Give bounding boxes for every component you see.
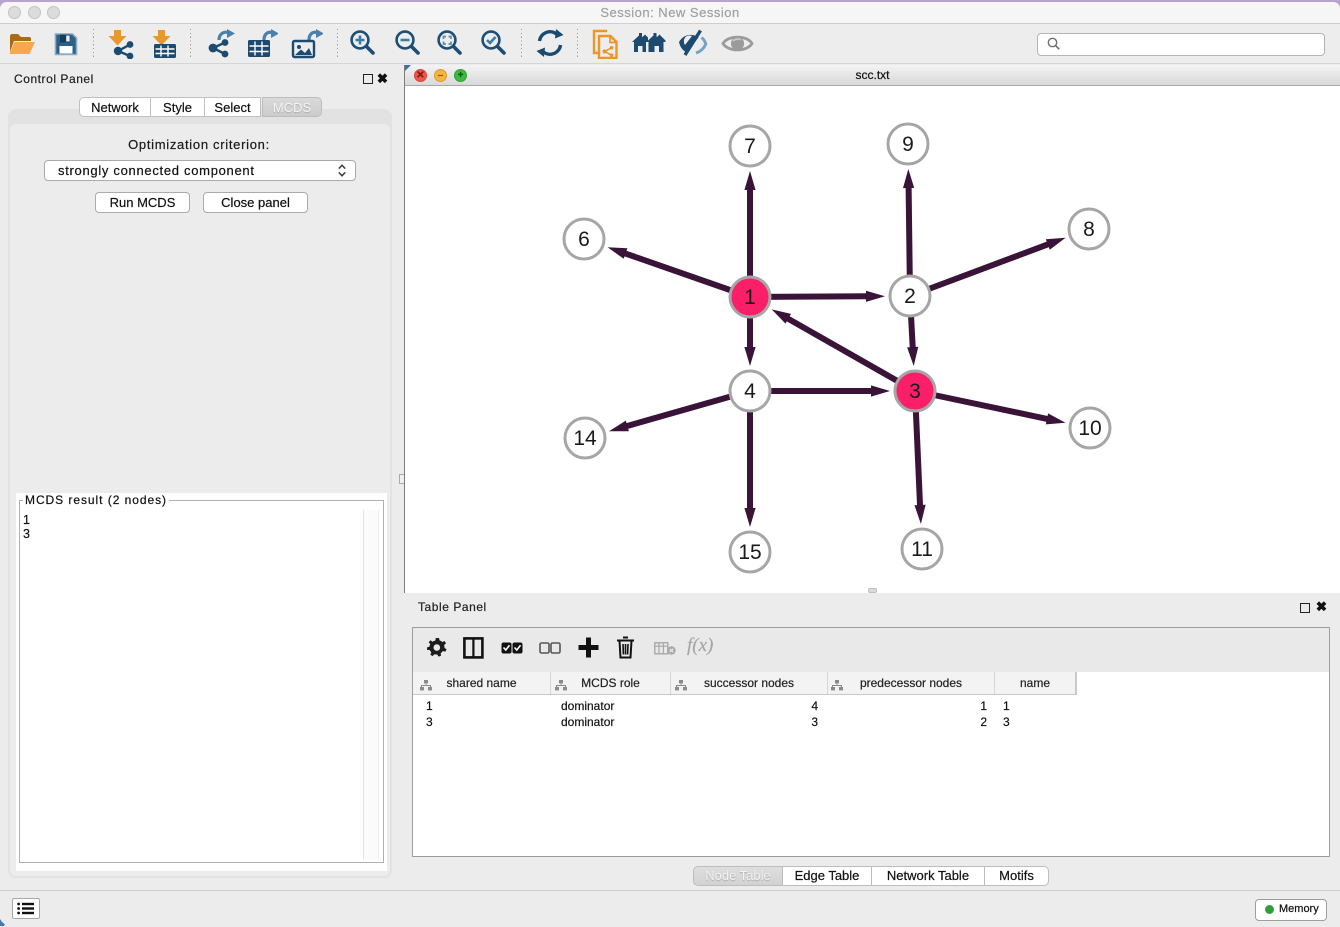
svg-text:11: 11 [911, 538, 933, 561]
svg-text:10: 10 [1078, 417, 1101, 440]
svg-text:1: 1 [744, 286, 756, 309]
svg-text:14: 14 [573, 427, 597, 450]
svg-text:4: 4 [744, 380, 756, 403]
svg-text:15: 15 [738, 541, 761, 564]
svg-text:2: 2 [904, 285, 916, 308]
svg-text:7: 7 [744, 135, 756, 158]
svg-text:8: 8 [1083, 218, 1095, 241]
svg-text:3: 3 [909, 380, 921, 403]
svg-text:9: 9 [902, 133, 914, 156]
svg-text:6: 6 [578, 228, 590, 251]
